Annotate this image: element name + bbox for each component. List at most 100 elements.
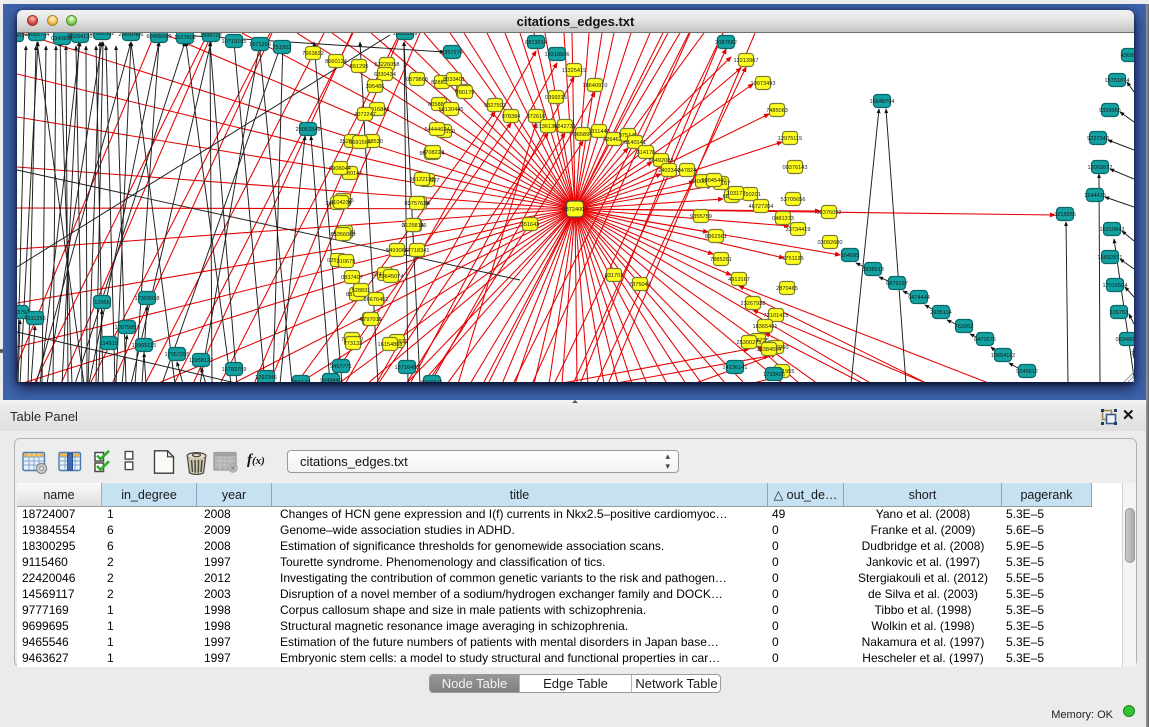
svg-text:16210643: 16210643 xyxy=(1100,227,1125,233)
svg-text:16033809: 16033809 xyxy=(393,33,418,37)
svg-text:7485063: 7485063 xyxy=(766,108,788,114)
svg-text:5242731: 5242731 xyxy=(554,124,576,130)
svg-text:763262: 763262 xyxy=(955,324,974,330)
svg-text:11958127: 11958127 xyxy=(189,358,213,364)
svg-text:8660124: 8660124 xyxy=(325,59,347,65)
svg-text:6691564: 6691564 xyxy=(349,140,371,146)
svg-text:4072247: 4072247 xyxy=(354,112,376,118)
svg-text:18724007: 18724007 xyxy=(563,207,588,213)
svg-text:8813014: 8813014 xyxy=(525,40,547,46)
svg-text:87161682: 87161682 xyxy=(90,33,115,37)
svg-text:12093872: 12093872 xyxy=(1088,165,1113,171)
svg-text:10654112: 10654112 xyxy=(991,353,1015,359)
svg-text:0579868: 0579868 xyxy=(406,77,428,83)
svg-text:103177: 103177 xyxy=(727,191,746,197)
svg-text:2870465: 2870465 xyxy=(776,286,798,292)
svg-text:16154808: 16154808 xyxy=(378,342,403,348)
svg-text:314170: 314170 xyxy=(637,150,656,156)
svg-text:7885261: 7885261 xyxy=(710,257,732,263)
svg-text:773132: 773132 xyxy=(344,341,363,347)
svg-text:1527602: 1527602 xyxy=(174,35,196,41)
svg-text:83757628: 83757628 xyxy=(405,201,430,207)
svg-text:85356068: 85356068 xyxy=(331,232,356,238)
svg-text:29053346: 29053346 xyxy=(296,127,321,133)
svg-text:24055724: 24055724 xyxy=(25,33,50,38)
svg-text:4913167: 4913167 xyxy=(728,277,750,283)
svg-text:0481373: 0481373 xyxy=(772,216,794,222)
svg-text:255173: 255173 xyxy=(292,380,311,383)
svg-text:19218506: 19218506 xyxy=(545,52,570,58)
svg-text:23267938: 23267938 xyxy=(741,301,766,307)
svg-text:17016504: 17016504 xyxy=(1103,283,1128,289)
svg-text:17957255: 17957255 xyxy=(165,352,190,358)
svg-text:1671355: 1671355 xyxy=(249,42,271,48)
svg-text:86122138: 86122138 xyxy=(410,177,435,183)
svg-text:25300275: 25300275 xyxy=(737,340,762,346)
svg-text:116753: 116753 xyxy=(1110,310,1128,316)
svg-text:1292346: 1292346 xyxy=(255,375,277,381)
svg-text:16782759: 16782759 xyxy=(222,367,247,373)
svg-text:13384554: 13384554 xyxy=(757,347,782,353)
svg-text:12065: 12065 xyxy=(94,300,110,306)
svg-text:10973493: 10973493 xyxy=(751,81,776,87)
svg-text:351643: 351643 xyxy=(521,222,540,228)
svg-text:751552: 751552 xyxy=(273,45,292,51)
svg-text:12213967: 12213967 xyxy=(734,58,759,64)
svg-text:9227343: 9227343 xyxy=(1087,136,1109,142)
svg-text:18365461: 18365461 xyxy=(753,324,778,330)
svg-text:10719185: 10719185 xyxy=(222,39,247,45)
svg-text:20691406: 20691406 xyxy=(119,33,144,38)
svg-text:59045440: 59045440 xyxy=(702,178,727,184)
svg-text:2402344: 2402344 xyxy=(658,168,680,174)
svg-text:891295: 891295 xyxy=(350,64,369,70)
svg-text:114519: 114519 xyxy=(100,341,118,347)
svg-text:54444634: 54444634 xyxy=(425,127,450,133)
svg-text:36676402: 36676402 xyxy=(364,297,389,303)
svg-text:72101415: 72101415 xyxy=(764,313,789,319)
svg-text:9327503: 9327503 xyxy=(484,103,506,109)
svg-text:1733426: 1733426 xyxy=(763,372,785,378)
svg-text:395486: 395486 xyxy=(366,84,385,90)
svg-text:7375043: 7375043 xyxy=(629,282,651,288)
svg-text:08340057: 08340057 xyxy=(1116,337,1134,343)
svg-text:60495660: 60495660 xyxy=(147,34,172,40)
svg-text:6330434: 6330434 xyxy=(374,72,396,78)
svg-text:7357274: 7357274 xyxy=(441,50,463,56)
svg-text:00376143: 00376143 xyxy=(783,165,808,171)
svg-text:7611256: 7611256 xyxy=(24,316,45,322)
svg-text:10975857: 10975857 xyxy=(115,325,140,331)
svg-text:77718341: 77718341 xyxy=(405,248,430,254)
svg-text:7279584: 7279584 xyxy=(1131,351,1134,357)
svg-text:2087682: 2087682 xyxy=(715,40,737,46)
svg-text:528831: 528831 xyxy=(352,288,371,294)
svg-text:7663822: 7663822 xyxy=(302,51,324,57)
svg-text:53705656: 53705656 xyxy=(781,197,806,203)
svg-text:11325419: 11325419 xyxy=(562,68,586,74)
svg-text:17359918: 17359918 xyxy=(135,296,160,302)
svg-text:8471676: 8471676 xyxy=(974,337,996,343)
svg-text:83645074: 83645074 xyxy=(379,274,404,280)
svg-text:878384: 878384 xyxy=(502,114,521,120)
svg-text:6879197: 6879197 xyxy=(886,281,908,287)
svg-text:347824: 347824 xyxy=(678,168,697,174)
svg-text:2935114: 2935114 xyxy=(930,310,951,316)
svg-text:436991: 436991 xyxy=(1121,53,1134,59)
svg-text:46727204: 46727204 xyxy=(749,204,774,210)
svg-text:6797016: 6797016 xyxy=(360,317,382,323)
svg-text:15751074: 15751074 xyxy=(1105,78,1130,84)
svg-text:6751125: 6751125 xyxy=(782,256,803,262)
svg-text:8938913: 8938913 xyxy=(862,267,884,273)
svg-text:56130445: 56130445 xyxy=(439,107,464,113)
svg-text:18640910: 18640910 xyxy=(583,83,608,89)
svg-text:15692871: 15692871 xyxy=(1098,255,1123,261)
svg-text:1695722: 1695722 xyxy=(200,33,222,39)
svg-text:15716485: 15716485 xyxy=(395,365,420,371)
svg-text:0399315: 0399315 xyxy=(545,95,567,101)
svg-text:831701: 831701 xyxy=(605,273,624,279)
svg-text:03092600: 03092600 xyxy=(818,240,843,246)
svg-text:14136141: 14136141 xyxy=(723,365,748,371)
svg-text:9474444: 9474444 xyxy=(908,295,930,301)
svg-text:4708227: 4708227 xyxy=(422,150,444,156)
svg-text:0837407: 0837407 xyxy=(341,275,363,281)
svg-text:310679: 310679 xyxy=(337,259,356,265)
